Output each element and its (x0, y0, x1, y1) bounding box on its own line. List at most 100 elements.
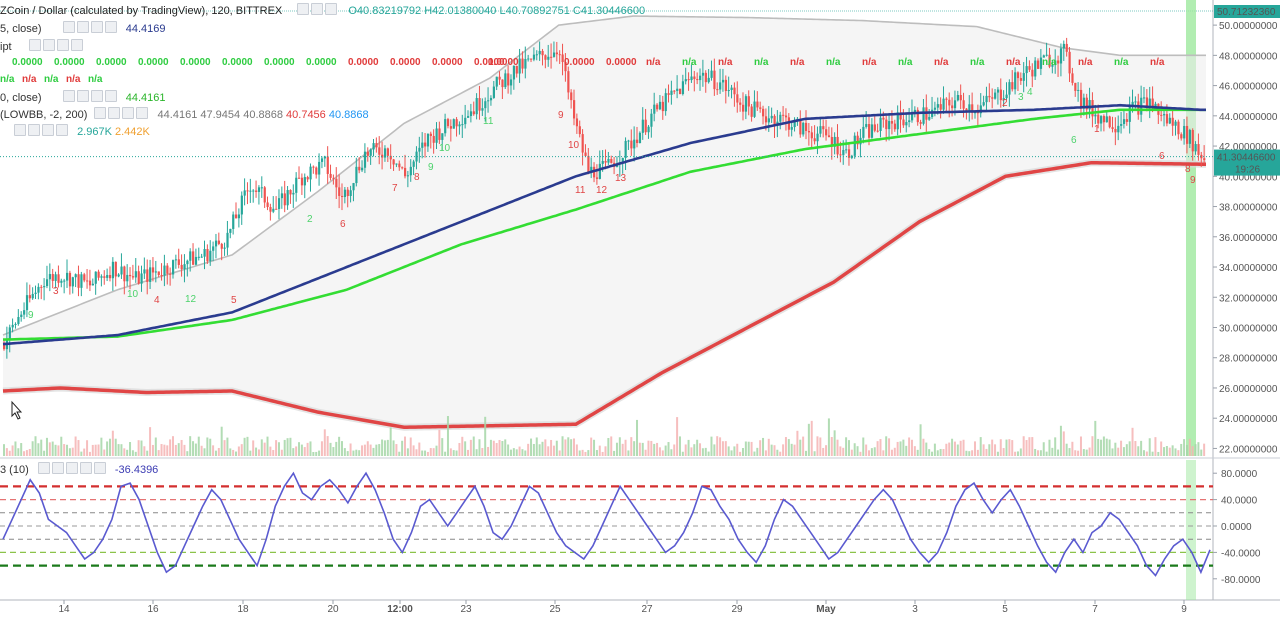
volume-bar (836, 439, 839, 456)
candle-body (530, 58, 533, 60)
flag-value: 0.0000 (564, 57, 595, 68)
volume-bar (131, 450, 134, 456)
candle-body (653, 104, 656, 114)
volume-bar (1054, 437, 1057, 456)
volume-bar (638, 442, 641, 456)
volume-bar (1048, 439, 1051, 456)
volume-bar (449, 448, 452, 456)
settings-icon[interactable] (42, 39, 55, 51)
volume-bar (45, 437, 48, 456)
candle-body (870, 124, 874, 138)
close-icon[interactable] (90, 90, 103, 102)
td-count-label: 9 (428, 162, 434, 173)
more-icon[interactable] (79, 462, 92, 474)
candle-body (656, 104, 659, 110)
visibility-toggle-icon[interactable] (14, 124, 26, 136)
visibility-toggle-icon[interactable] (37, 462, 50, 474)
candle-body (398, 163, 401, 168)
more-icon[interactable] (325, 3, 338, 15)
volume-bar (550, 439, 553, 456)
settings-icon[interactable] (311, 3, 324, 15)
candle-body (885, 119, 888, 130)
more-icon[interactable] (136, 107, 149, 119)
more-icon[interactable] (93, 462, 106, 474)
volume-bar (676, 417, 679, 456)
settings-icon[interactable] (51, 462, 64, 474)
volume-bar (696, 439, 699, 456)
candle-body (636, 139, 639, 144)
candle-body (372, 143, 375, 150)
candle-body (713, 70, 716, 90)
candle-body (627, 140, 630, 142)
volume-bar (601, 451, 604, 456)
volume-bar (129, 442, 132, 456)
legend-indicator-2: ipt (0, 39, 85, 54)
visibility-toggle-icon[interactable] (94, 107, 107, 119)
volume-bar (882, 450, 885, 456)
time-tick-label: 16 (147, 604, 159, 615)
visibility-toggle-icon[interactable] (297, 3, 310, 15)
candle-body (1160, 114, 1163, 116)
volume-bar (876, 441, 879, 456)
candle-body (1165, 114, 1169, 124)
more-icon[interactable] (104, 21, 117, 33)
volume-bar (214, 450, 217, 456)
visibility-toggle-icon[interactable] (28, 39, 41, 51)
candle-body (48, 274, 52, 280)
flag-value: 0.0000 (54, 57, 85, 68)
close-icon[interactable] (65, 462, 78, 474)
visibility-toggle-icon[interactable] (62, 21, 75, 33)
volume-bar (945, 443, 948, 456)
flag-na: n/a (970, 57, 985, 68)
settings-icon[interactable] (76, 21, 89, 33)
candle-body (171, 260, 175, 275)
td-count-label: 9 (558, 110, 564, 121)
more-icon[interactable] (70, 39, 83, 51)
volume-bar (352, 450, 355, 456)
close-icon[interactable] (42, 124, 54, 136)
close-icon[interactable] (56, 39, 69, 51)
volume-bar (936, 450, 939, 456)
candle-body (644, 119, 647, 133)
td-count-label: 10 (127, 289, 139, 300)
candle-body (292, 192, 295, 195)
volume-bar (40, 439, 43, 456)
candle-body (719, 82, 722, 90)
volume-bar (1074, 450, 1077, 456)
volume-bar (157, 450, 160, 456)
flag-na: n/a (934, 57, 949, 68)
td-count-label: 3 (1018, 92, 1024, 103)
candle-body (461, 124, 464, 126)
candle-body (280, 193, 284, 199)
volume-bar (756, 447, 759, 456)
indicator-4-value-1: 44.4161 (157, 109, 198, 121)
volume-bar (647, 440, 650, 456)
candle-body (1122, 119, 1126, 125)
candle-body (232, 214, 235, 229)
candle-body (704, 72, 707, 83)
close-icon[interactable] (122, 107, 135, 119)
price-tick-label: 26.00000000 (1219, 384, 1278, 395)
legend-oscillator: 3 (10) -36.4396 (0, 462, 158, 477)
indicator-1-label: 5, close) (0, 23, 42, 35)
indicator-4-value-4: 40.7456 (286, 109, 326, 121)
candle-body (68, 272, 72, 287)
visibility-toggle-icon[interactable] (62, 90, 75, 102)
candle-body (1183, 125, 1186, 139)
more-icon[interactable] (104, 90, 117, 102)
time-tick-label: 23 (460, 604, 472, 615)
more-icon[interactable] (56, 124, 68, 136)
volume-bar (335, 441, 338, 456)
settings-icon[interactable] (76, 90, 89, 102)
settings-icon[interactable] (108, 107, 121, 119)
volume-bar (928, 449, 931, 456)
candle-body (853, 135, 856, 156)
close-icon[interactable] (90, 21, 103, 33)
candle-body (876, 130, 879, 132)
volume-bar (246, 436, 249, 456)
settings-icon[interactable] (28, 124, 40, 136)
candle-body (123, 266, 126, 282)
candle-body (532, 54, 536, 60)
indicator-4-value-3: 40.8868 (243, 109, 283, 121)
candle-body (890, 121, 894, 124)
